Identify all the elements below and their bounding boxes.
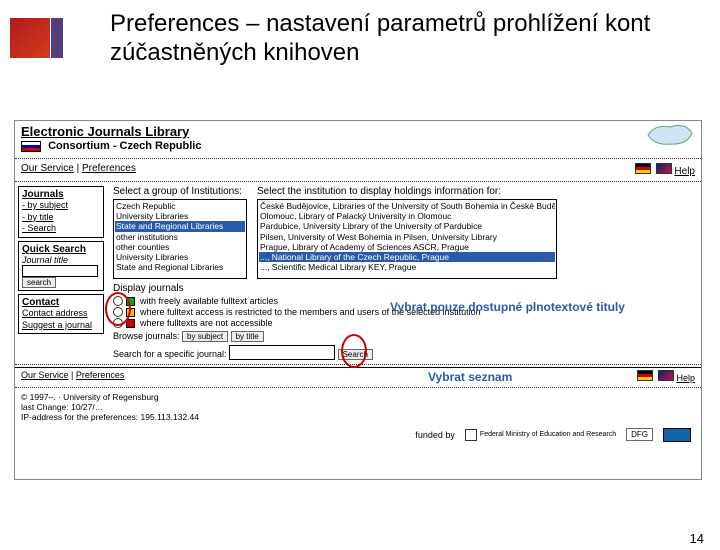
radio-nofull[interactable]: where fulltexts are not accessible	[113, 318, 695, 328]
czech-map-icon	[645, 121, 695, 147]
bottom-nav: Our Service | Preferences Help	[15, 367, 701, 385]
quicksearch-input[interactable]	[22, 265, 98, 277]
ejl-header-link[interactable]: Electronic Journals Library	[15, 121, 701, 140]
browse-by-title-button[interactable]: by title	[231, 331, 264, 342]
group-listbox[interactable]: Czech Republic University Libraries Stat…	[113, 199, 247, 279]
red-circle-annotation-2	[341, 334, 367, 368]
annotation-fulltext: Vybrat pouze dostupné plnotextové tituly	[390, 300, 625, 314]
quicksearch-button[interactable]: search	[22, 277, 56, 288]
czech-flag-icon	[21, 141, 41, 152]
bottom-our-service[interactable]: Our Service	[21, 370, 69, 380]
copyright-block: © 1997–. · University of Regensburg last…	[15, 390, 701, 425]
bottom-help[interactable]: Help	[676, 373, 695, 383]
consortium-label: Consortium - Czech Republic	[15, 140, 701, 156]
uk-flag-icon-bottom[interactable]	[658, 370, 674, 381]
nav-our-service[interactable]: Our Service	[21, 163, 74, 174]
journal-title-label: Journal title	[22, 255, 100, 265]
nav-preferences[interactable]: Preferences	[82, 163, 136, 174]
blue-logo	[663, 428, 691, 442]
funded-by-label: funded by	[415, 430, 455, 440]
browse-label: Browse journals:	[113, 331, 180, 341]
search-specific-label: Search for a specific journal:	[113, 349, 227, 359]
dfg-logo: DFG	[626, 428, 653, 441]
bottom-preferences[interactable]: Preferences	[76, 370, 125, 380]
link-search[interactable]: - Search	[22, 223, 100, 235]
select-inst-label: Select the institution to display holdin…	[257, 186, 557, 197]
suggest-journal-link[interactable]: Suggest a journal	[22, 320, 100, 332]
annotation-list: Vybrat seznam	[428, 370, 512, 384]
display-journals-label: Display journals	[113, 283, 695, 294]
browse-by-subject-button[interactable]: by subject	[182, 331, 228, 342]
link-by-title[interactable]: - by title	[22, 212, 100, 224]
contact-address-link[interactable]: Contact address	[22, 308, 100, 320]
link-by-subject[interactable]: - by subject	[22, 200, 100, 212]
select-group-label: Select a group of Institutions:	[113, 186, 247, 197]
top-nav: Our Service | Preferences	[21, 163, 136, 177]
contact-heading: Contact	[22, 297, 59, 308]
help-link[interactable]: Help	[674, 166, 695, 177]
specific-journal-input[interactable]	[229, 345, 335, 360]
german-flag-icon[interactable]	[635, 163, 651, 174]
slide-title: Preferences – nastavení parametrů prohlí…	[110, 10, 700, 68]
institution-listbox[interactable]: České Budějovice, Libraries of the Unive…	[257, 199, 557, 279]
red-circle-annotation-1	[105, 292, 131, 326]
uk-flag-icon[interactable]	[656, 163, 672, 174]
journals-heading: Journals	[22, 189, 64, 200]
page-number: 14	[690, 531, 704, 546]
nk-logo	[10, 18, 66, 58]
bmbf-logo: Federal Ministry of Education and Resear…	[465, 429, 616, 441]
quicksearch-heading: Quick Search	[22, 244, 86, 255]
german-flag-icon-bottom[interactable]	[637, 370, 653, 381]
